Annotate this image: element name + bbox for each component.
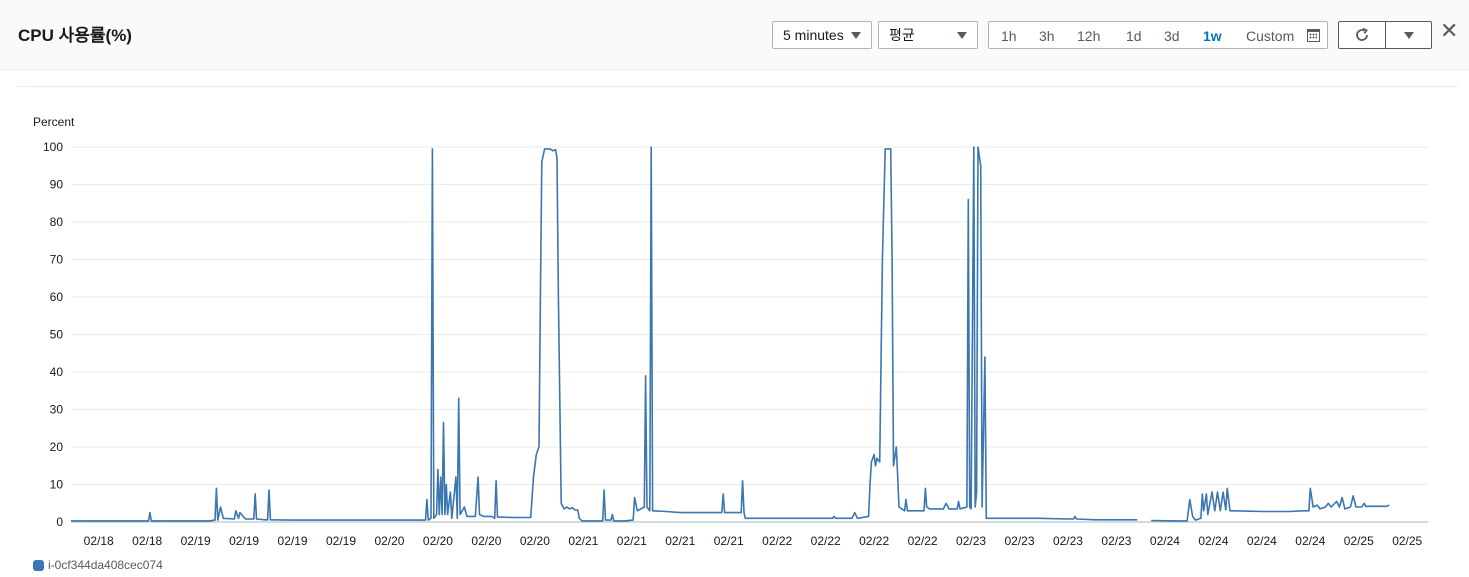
x-tick-label: 02/22 <box>859 534 889 548</box>
x-tick-label: 02/22 <box>811 534 841 548</box>
y-tick-label: 10 <box>50 478 64 492</box>
y-tick-label: 0 <box>56 515 63 529</box>
x-tick-label: 02/20 <box>471 534 501 548</box>
series-line <box>1151 487 1390 522</box>
x-tick-label: 02/25 <box>1344 534 1374 548</box>
x-tick-label: 02/21 <box>617 534 647 548</box>
x-tick-label: 02/19 <box>278 534 308 548</box>
x-tick-label: 02/24 <box>1247 534 1277 548</box>
x-tick-label: 02/24 <box>1150 534 1180 548</box>
x-tick-label: 02/24 <box>1198 534 1228 548</box>
grid <box>71 146 1428 523</box>
y-tick-label: 30 <box>50 403 64 417</box>
x-tick-label: 02/23 <box>1004 534 1034 548</box>
y-tick-label: 40 <box>50 365 64 379</box>
legend-swatch <box>33 559 44 571</box>
cpu-chart: Percent 0102030405060708090100 02/18 02/1… <box>33 115 1428 548</box>
x-tick-label: 02/19 <box>229 534 259 548</box>
x-tick-label: 02/21 <box>665 534 695 548</box>
y-tick-label: 80 <box>50 215 64 229</box>
x-tick-label: 02/18 <box>84 534 114 548</box>
x-tick-label: 02/19 <box>181 534 211 548</box>
series-line <box>71 146 1138 522</box>
legend-label: i-0cf344da408cec074 <box>48 558 163 572</box>
x-tick-label: 02/21 <box>714 534 744 548</box>
y-axis-label: Percent <box>33 115 75 129</box>
y-ticks: 0 10 20 30 40 50 60 70 80 90 100 <box>43 140 63 529</box>
y-tick-label: 100 <box>43 140 63 154</box>
x-ticks: 02/18 02/18 02/19 02/19 02/19 02/19 02/20 02/20… <box>84 534 1423 548</box>
y-tick-label: 90 <box>50 178 64 192</box>
legend: i-0cf344da408cec074 <box>33 558 163 572</box>
x-tick-label: 02/19 <box>326 534 356 548</box>
x-tick-label: 02/25 <box>1392 534 1422 548</box>
y-tick-label: 70 <box>50 253 64 267</box>
x-tick-label: 02/23 <box>1101 534 1131 548</box>
y-tick-label: 20 <box>50 440 64 454</box>
x-tick-label: 02/21 <box>568 534 598 548</box>
y-tick-label: 60 <box>50 290 64 304</box>
x-tick-label: 02/20 <box>520 534 550 548</box>
x-tick-label: 02/20 <box>423 534 453 548</box>
x-tick-label: 02/23 <box>956 534 986 548</box>
series-lines <box>71 146 1390 522</box>
x-tick-label: 02/22 <box>762 534 792 548</box>
x-tick-label: 02/22 <box>908 534 938 548</box>
x-tick-label: 02/20 <box>374 534 404 548</box>
x-tick-label: 02/23 <box>1053 534 1083 548</box>
x-tick-label: 02/18 <box>132 534 162 548</box>
x-tick-label: 02/24 <box>1295 534 1325 548</box>
y-tick-label: 50 <box>50 328 64 342</box>
